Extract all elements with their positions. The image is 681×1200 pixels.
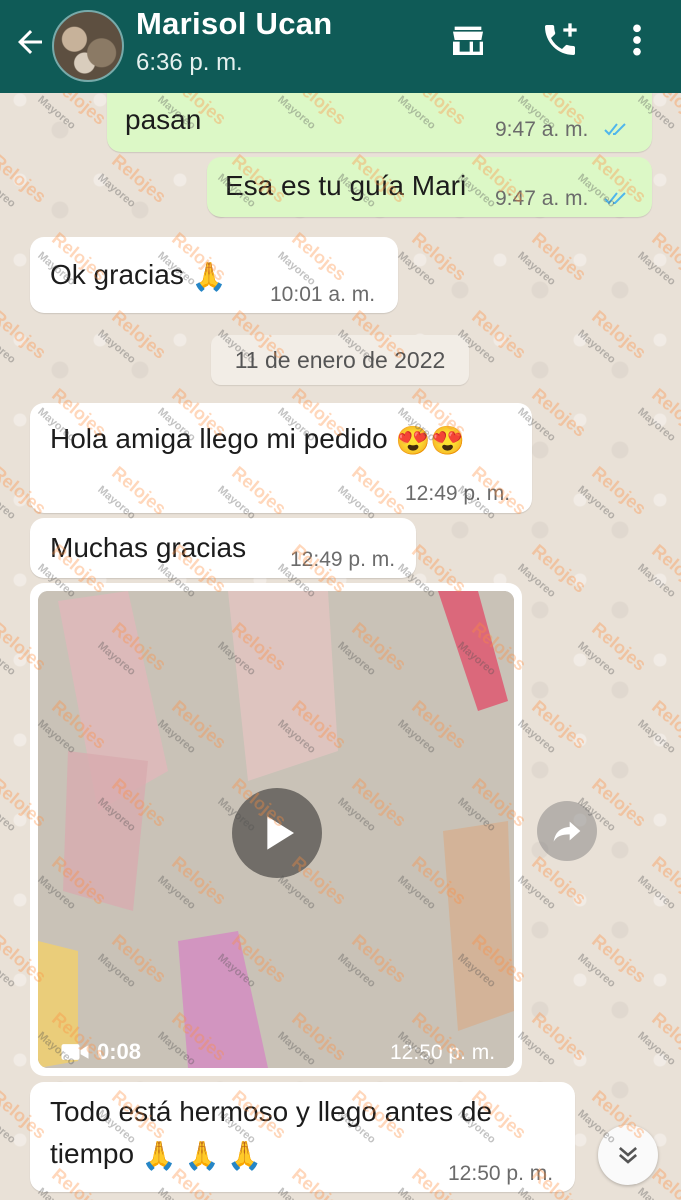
- play-icon: [267, 816, 294, 850]
- forward-button[interactable]: [537, 801, 597, 861]
- read-ticks-icon: [604, 192, 626, 205]
- read-ticks-icon: [604, 123, 626, 136]
- message-time: 9:47 a. m.: [495, 187, 589, 210]
- message-text: Todo está hermoso y llego antes de: [50, 1096, 493, 1127]
- more-vert-icon[interactable]: [622, 20, 652, 60]
- contact-name[interactable]: Marisol Ucan: [136, 6, 333, 42]
- message-time: 12:50 p. m.: [390, 1041, 496, 1064]
- praying-hands-emoji: 🙏 🙏 🙏: [141, 1140, 262, 1172]
- video-duration: 0:08: [97, 1039, 142, 1064]
- forward-icon: [553, 821, 581, 842]
- message-time: 12:50 p. m.: [448, 1162, 554, 1185]
- chat-header: Marisol Ucan 6:36 p. m.: [0, 0, 681, 93]
- message-text: Hola amiga llego mi pedido 😍😍: [50, 423, 466, 457]
- praying-hands-emoji: 🙏: [191, 261, 227, 293]
- heart-eyes-emoji: 😍😍: [395, 425, 466, 457]
- last-seen-status: 6:36 p. m.: [136, 49, 243, 76]
- message-text: pasan: [125, 104, 202, 135]
- video-camera-icon: [61, 1044, 89, 1060]
- incoming-message[interactable]: Ok gracias 🙏 10:01 a. m.: [30, 237, 398, 313]
- message-text: tiempo 🙏 🙏 🙏: [50, 1138, 262, 1172]
- double-chevron-down-icon: [618, 1147, 638, 1164]
- contact-avatar[interactable]: [52, 10, 124, 82]
- message-time: 12:49 p. m.: [290, 548, 396, 571]
- message-text: Muchas gracias: [50, 532, 247, 563]
- scroll-to-bottom-button[interactable]: [598, 1125, 658, 1185]
- incoming-message[interactable]: Muchas gracias 12:49 p. m.: [30, 518, 416, 578]
- message-text: Esa es tu guía Mari: [225, 170, 467, 201]
- add-call-icon[interactable]: [540, 20, 580, 60]
- store-icon[interactable]: [448, 20, 488, 60]
- outgoing-message[interactable]: Esa es tu guía Mari 9:47 a. m.: [207, 157, 652, 217]
- back-arrow-icon[interactable]: [12, 24, 48, 60]
- message-time: 12:49 p. m.: [405, 482, 511, 505]
- message-text: Ok gracias 🙏: [50, 259, 227, 293]
- date-separator: 11 de enero de 2022: [211, 335, 469, 385]
- incoming-message[interactable]: Hola amiga llego mi pedido 😍😍 12:49 p. m…: [30, 403, 532, 513]
- message-time: 10:01 a. m.: [270, 283, 376, 306]
- message-time: 9:47 a. m.: [495, 118, 589, 141]
- play-button[interactable]: [232, 788, 322, 878]
- incoming-message[interactable]: Todo está hermoso y llego antes de tiemp…: [30, 1082, 575, 1192]
